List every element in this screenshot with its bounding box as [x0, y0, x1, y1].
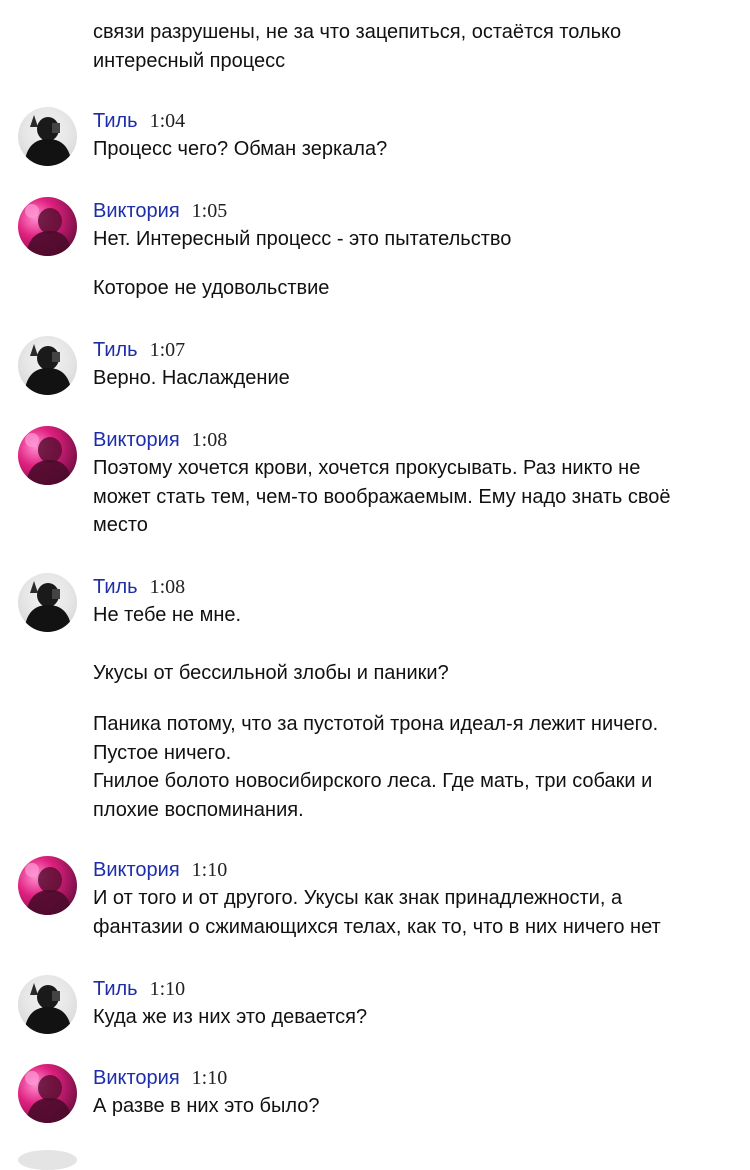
- user-avatar-icon[interactable]: [18, 573, 77, 632]
- message-line: место: [93, 514, 148, 536]
- message-header: Тиль 1:04: [93, 107, 733, 135]
- message-header: Виктория 1:10: [93, 1064, 733, 1092]
- user-avatar-icon[interactable]: [18, 975, 77, 1034]
- message-line: может стать тем, чем-то воображаемым. Ем…: [93, 485, 671, 508]
- chat-history: связи разрушены, не за что зацепиться, о…: [0, 0, 750, 1170]
- previous-message-continuation: связи разрушены, не за что зацепиться, о…: [93, 18, 733, 75]
- message-paragraph: связи разрушены, не за что зацепиться, о…: [93, 18, 733, 75]
- user-avatar-icon[interactable]: [18, 426, 77, 485]
- message-header: Тиль 1:08: [93, 573, 733, 601]
- message-line: Нет. Интересный процесс - это пытательст…: [93, 228, 512, 250]
- message-line: Куда же из них это девается?: [93, 1006, 368, 1028]
- message-header: Виктория 1:08: [93, 426, 733, 454]
- message-content: Виктория 1:10 И от того и от другого. Уку…: [93, 856, 733, 941]
- message-content: Тиль 1:08 Не тебе не мне. Укусы от бессил…: [93, 573, 733, 824]
- message-paragraph: Поэтому хочется крови, хочется прокусыва…: [93, 454, 733, 540]
- message-line: И от того и от другого. Укусы как знак п…: [93, 887, 623, 909]
- author-name[interactable]: Тиль: [93, 110, 138, 132]
- user-avatar-icon[interactable]: [18, 1064, 77, 1123]
- message-paragraph: Верно. Наслаждение: [93, 364, 733, 393]
- author-name[interactable]: Тиль: [93, 339, 138, 361]
- message-content: Виктория 1:10 А разве в них это было?: [93, 1064, 733, 1121]
- user-avatar-icon[interactable]: [18, 197, 77, 256]
- message-line: Которое не удовольствие: [93, 276, 330, 299]
- message-header: Виктория 1:10: [93, 856, 733, 884]
- message-line: Процесс чего? Обман зеркала?: [93, 138, 388, 160]
- message-content: Виктория 1:08 Поэтому хочется крови, хоче…: [93, 426, 733, 540]
- message-time: 1:10: [191, 859, 228, 881]
- user-avatar-icon[interactable]: [18, 107, 77, 166]
- user-avatar-icon[interactable]: [18, 336, 77, 395]
- message-time: 1:08: [191, 429, 228, 451]
- message-line: Паника потому, что за пустотой трона иде…: [93, 713, 659, 735]
- message-paragraph: Нет. Интересный процесс - это пытательст…: [93, 225, 733, 254]
- message-line: Гнилое болото новосибирского леса. Где м…: [93, 770, 653, 792]
- message-header: Виктория 1:05: [93, 197, 733, 225]
- message-paragraph: Не тебе не мне.: [93, 601, 733, 630]
- message-content: Тиль 1:07 Верно. Наслаждение: [93, 336, 733, 393]
- message-paragraph: Укусы от бессильной злобы и паники?: [93, 659, 733, 688]
- message-time: 1:05: [191, 200, 228, 222]
- message-paragraph: И от того и от другого. Укусы как знак п…: [93, 884, 733, 941]
- message-line: фантазии о сжимающихся телах, как то, чт…: [93, 915, 661, 938]
- message-paragraph: А разве в них это было?: [93, 1092, 733, 1121]
- author-name[interactable]: Тиль: [93, 978, 138, 1000]
- message-line: Укусы от бессильной злобы и паники?: [93, 661, 449, 684]
- message-line: Поэтому хочется крови, хочется прокусыва…: [93, 457, 641, 479]
- author-name[interactable]: Виктория: [93, 200, 180, 222]
- message-line: интересный процесс: [93, 49, 286, 72]
- message-time: 1:07: [149, 339, 186, 361]
- message-line: связи разрушены, не за что зацепиться, о…: [93, 21, 622, 43]
- author-name[interactable]: Виктория: [93, 1067, 180, 1089]
- message-time: 1:04: [149, 110, 186, 132]
- message-content: Тиль 1:04 Процесс чего? Обман зеркала?: [93, 107, 733, 164]
- message-line: Пустое ничего.: [93, 741, 232, 764]
- message-time: 1:10: [149, 978, 186, 1000]
- message-line: А разве в них это было?: [93, 1095, 320, 1117]
- message-line: Не тебе не мне.: [93, 604, 242, 626]
- message-paragraph: Куда же из них это девается?: [93, 1003, 733, 1032]
- author-name[interactable]: Тиль: [93, 576, 138, 598]
- message-paragraph: Которое не удовольствие: [93, 274, 733, 303]
- user-avatar-icon[interactable]: [18, 856, 77, 915]
- message-line: Верно. Наслаждение: [93, 367, 290, 389]
- message-line: плохие воспоминания.: [93, 798, 304, 821]
- author-name[interactable]: Виктория: [93, 859, 180, 881]
- message-paragraph: Процесс чего? Обман зеркала?: [93, 135, 733, 164]
- message-content: Виктория 1:05 Нет. Интересный процесс - э…: [93, 197, 733, 302]
- message-time: 1:08: [149, 576, 186, 598]
- message-header: Тиль 1:07: [93, 336, 733, 364]
- message-header: Тиль 1:10: [93, 975, 733, 1003]
- author-name[interactable]: Виктория: [93, 429, 180, 451]
- message-paragraph: Паника потому, что за пустотой трона иде…: [93, 710, 733, 824]
- message-content: Тиль 1:10 Куда же из них это девается?: [93, 975, 733, 1032]
- next-avatar-icon: [18, 1150, 77, 1170]
- message-time: 1:10: [191, 1067, 228, 1089]
